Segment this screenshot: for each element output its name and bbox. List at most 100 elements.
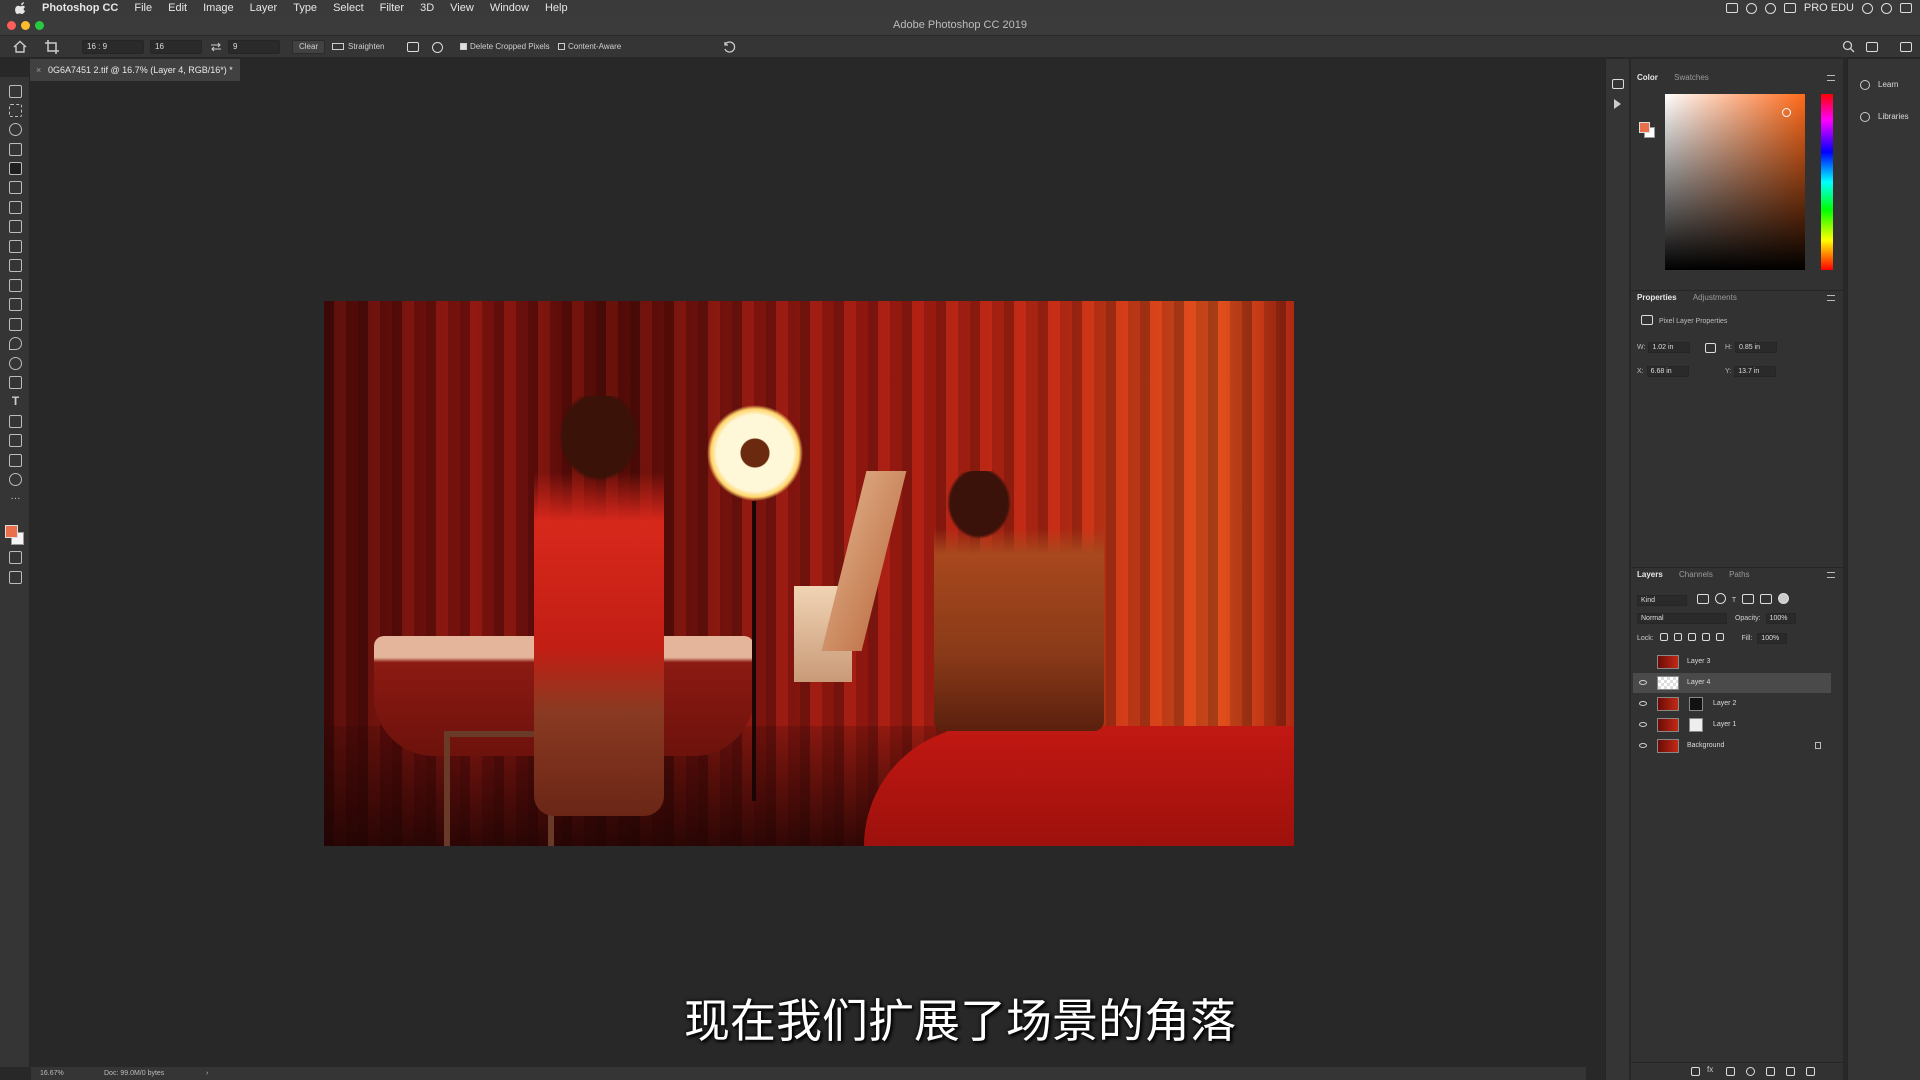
type-tool-icon[interactable]: T — [9, 395, 22, 408]
tab-swatches[interactable]: Swatches — [1674, 73, 1709, 82]
layer-name[interactable]: Layer 1 — [1713, 715, 1736, 735]
layer-row-layer-4[interactable]: Layer 4 — [1633, 673, 1831, 693]
layer-name[interactable]: Layer 3 — [1687, 652, 1710, 672]
workspace-switcher-icon[interactable] — [1866, 42, 1878, 52]
notification-center-icon[interactable] — [1900, 3, 1912, 13]
document-canvas[interactable] — [31, 81, 1586, 1067]
layer-style-fx-icon[interactable]: fx — [1707, 1065, 1713, 1074]
color-picker-cursor[interactable] — [1782, 108, 1791, 117]
visibility-eye-icon[interactable] — [1639, 722, 1647, 727]
crop-height-input[interactable]: 9 — [228, 40, 280, 54]
filter-smart-object-icon[interactable] — [1759, 594, 1772, 604]
healing-brush-tool-icon[interactable] — [9, 220, 22, 233]
tab-layers[interactable]: Layers — [1637, 570, 1663, 579]
zoom-tool-icon[interactable] — [9, 473, 22, 486]
add-mask-icon[interactable] — [1726, 1067, 1735, 1076]
panel-foreground-swatch[interactable] — [1639, 122, 1650, 133]
menu-image[interactable]: Image — [195, 0, 242, 16]
filter-toggle-icon[interactable] — [1777, 593, 1789, 604]
eraser-tool-icon[interactable] — [9, 298, 22, 311]
brush-tool-icon[interactable] — [9, 240, 22, 253]
x-input[interactable]: 6.68 in — [1646, 366, 1689, 377]
layer-row-layer-1[interactable]: Layer 1 — [1633, 715, 1831, 735]
apple-icon[interactable] — [14, 2, 28, 14]
user-name-label[interactable]: PRO EDU — [1804, 2, 1854, 14]
status-menu-chevron-icon[interactable]: › — [206, 1067, 208, 1080]
delete-layer-icon[interactable] — [1806, 1067, 1815, 1076]
visibility-eye-icon[interactable] — [1639, 701, 1647, 706]
eyedropper-tool-icon[interactable] — [9, 201, 22, 214]
menu-edit[interactable]: Edit — [160, 0, 195, 16]
link-layers-icon[interactable] — [1691, 1067, 1700, 1076]
h-input[interactable]: 0.85 in — [1735, 342, 1777, 353]
filter-pixel-icon[interactable] — [1696, 594, 1709, 604]
close-tab-icon[interactable]: × — [36, 59, 41, 81]
lock-transparent-pixels-icon[interactable] — [1659, 633, 1668, 641]
document-image[interactable] — [324, 301, 1294, 846]
link-dimensions-icon[interactable] — [1705, 343, 1716, 353]
lock-position-icon[interactable] — [1687, 633, 1696, 641]
screen-mode-icon[interactable] — [9, 571, 22, 584]
document-info[interactable]: Doc: 99.0M/0 bytes — [104, 1067, 164, 1080]
quick-mask-icon[interactable] — [9, 551, 22, 564]
libraries-panel-button[interactable]: Libraries — [1856, 109, 1916, 125]
screen-share-icon[interactable] — [1725, 3, 1738, 13]
tab-channels[interactable]: Channels — [1679, 570, 1713, 579]
menu-help[interactable]: Help — [537, 0, 576, 16]
visibility-eye-icon[interactable] — [1639, 743, 1647, 748]
tab-adjustments[interactable]: Adjustments — [1693, 293, 1737, 302]
actions-play-icon[interactable] — [1614, 99, 1621, 109]
reset-crop-icon[interactable] — [722, 40, 736, 54]
quick-selection-tool-icon[interactable] — [9, 143, 22, 156]
crop-tool-icon[interactable] — [9, 162, 22, 175]
lasso-tool-icon[interactable] — [9, 123, 22, 136]
menu-3d[interactable]: 3D — [412, 0, 442, 16]
layer-name[interactable]: Background — [1687, 736, 1724, 756]
fill-input[interactable]: 100% — [1757, 633, 1788, 644]
layer-name[interactable]: Layer 4 — [1687, 673, 1710, 693]
search-icon[interactable] — [1842, 40, 1855, 53]
aspect-ratio-select[interactable]: 16 : 9 — [82, 40, 144, 54]
new-group-icon[interactable] — [1766, 1067, 1775, 1076]
lock-artboard-icon[interactable] — [1701, 633, 1710, 641]
crop-width-input[interactable]: 16 — [150, 40, 202, 54]
swap-dimensions-icon[interactable] — [210, 42, 222, 52]
straighten-button[interactable]: Straighten — [332, 40, 384, 54]
rectangle-tool-icon[interactable] — [9, 434, 22, 447]
wifi-icon[interactable] — [1764, 2, 1776, 14]
layer-row-layer-3[interactable]: Layer 3 — [1633, 652, 1831, 672]
tab-color[interactable]: Color — [1637, 73, 1658, 82]
saturation-brightness-field[interactable] — [1665, 94, 1805, 270]
menu-select[interactable]: Select — [325, 0, 372, 16]
filter-shape-icon[interactable] — [1741, 594, 1754, 604]
content-aware-checkbox[interactable]: Content-Aware — [558, 40, 621, 54]
history-panel-icon[interactable] — [1612, 79, 1624, 89]
move-tool-icon[interactable] — [9, 85, 22, 98]
layer-name[interactable]: Layer 2 — [1713, 694, 1736, 714]
path-selection-tool-icon[interactable] — [9, 415, 22, 428]
home-icon[interactable] — [12, 39, 28, 55]
frame-tool-icon[interactable] — [9, 181, 22, 194]
hand-tool-icon[interactable] — [9, 454, 22, 467]
menu-app-photoshop[interactable]: Photoshop CC — [36, 0, 126, 16]
layer-row-layer-2[interactable]: Layer 2 — [1633, 694, 1831, 714]
layer-row-background[interactable]: Background — [1633, 736, 1831, 756]
filter-type-icon[interactable]: T — [1732, 597, 1736, 604]
gradient-tool-icon[interactable] — [9, 318, 22, 331]
lock-all-icon[interactable] — [1715, 633, 1724, 641]
pen-tool-icon[interactable] — [9, 376, 22, 389]
blur-tool-icon[interactable] — [9, 337, 22, 350]
layer-mask-thumbnail[interactable] — [1689, 697, 1703, 711]
zoom-level[interactable]: 16.67% — [40, 1067, 64, 1080]
clear-button[interactable]: Clear — [292, 40, 326, 54]
visibility-eye-icon[interactable] — [1639, 680, 1647, 685]
more-tools-icon[interactable]: ··· — [9, 494, 22, 508]
share-icon[interactable] — [1900, 42, 1912, 52]
tab-paths[interactable]: Paths — [1729, 570, 1749, 579]
marquee-tool-icon[interactable] — [9, 104, 22, 117]
foreground-color-swatch[interactable] — [5, 525, 18, 538]
properties-panel-menu-icon[interactable] — [1827, 295, 1835, 301]
crop-settings-gear-icon[interactable] — [432, 42, 443, 53]
blend-mode-select[interactable]: Normal — [1637, 613, 1727, 624]
learn-panel-button[interactable]: Learn — [1856, 77, 1916, 93]
